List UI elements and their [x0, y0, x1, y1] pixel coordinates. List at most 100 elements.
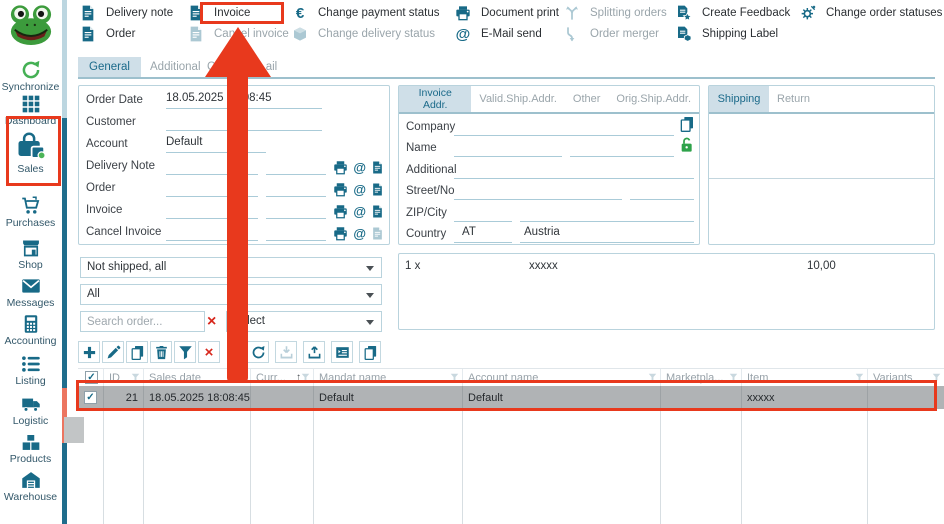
order-merger-button[interactable]: Order merger: [564, 25, 659, 43]
print-icon[interactable]: [333, 226, 348, 241]
delivery-note-button[interactable]: Delivery note: [80, 4, 173, 22]
print-icon[interactable]: [333, 204, 348, 219]
order-button[interactable]: Order: [80, 25, 135, 43]
import-button[interactable]: [275, 341, 297, 363]
copy-address-icon[interactable]: [679, 116, 695, 132]
document-icon[interactable]: [371, 160, 384, 175]
document-icon[interactable]: [371, 182, 384, 197]
sidebar-item-logistic[interactable]: Logistic: [0, 394, 61, 427]
order-table-row[interactable]: ✓ 21 18.05.2025 18:08:45 Default Default…: [78, 386, 944, 409]
tab-shipping[interactable]: Shipping: [709, 86, 769, 112]
splitting-orders-button[interactable]: Splitting orders: [564, 4, 667, 22]
unlock-icon[interactable]: [679, 137, 695, 153]
sidebar-item-purchases[interactable]: Purchases: [0, 196, 61, 229]
email-icon[interactable]: @: [353, 182, 366, 197]
invoice-number-field[interactable]: [166, 202, 258, 219]
email-send-button[interactable]: @ E-Mail send: [455, 25, 542, 43]
col-header-mandat-name[interactable]: Mandat name: [314, 369, 463, 386]
col-header-marketplace[interactable]: Marketpla...: [661, 369, 742, 386]
email-icon[interactable]: @: [353, 204, 366, 219]
col-header-sales-date[interactable]: Sales date: [144, 369, 251, 386]
copy-order-button[interactable]: [126, 341, 148, 363]
filter-funnel-icon[interactable]: [450, 373, 459, 382]
print-icon[interactable]: [333, 160, 348, 175]
email-icon[interactable]: @: [353, 160, 366, 175]
filter-button[interactable]: [174, 341, 196, 363]
account-field[interactable]: Default: [166, 136, 266, 153]
select-all-header[interactable]: ✓: [78, 369, 104, 386]
document-print-button[interactable]: Document print: [455, 4, 559, 22]
customer-field[interactable]: [166, 114, 322, 131]
invoice-button[interactable]: Invoice: [188, 4, 250, 22]
refresh-button[interactable]: [247, 341, 269, 363]
col-header-currency[interactable]: Curr... ↑: [251, 369, 314, 386]
filter-funnel-icon[interactable]: [855, 373, 864, 382]
filter-funnel-icon[interactable]: [932, 373, 941, 382]
search-order-input[interactable]: [80, 311, 205, 332]
street-field[interactable]: [454, 183, 622, 200]
street-no-field[interactable]: [630, 183, 694, 200]
shipping-status-dropdown[interactable]: Not shipped, all: [80, 257, 382, 278]
filter-funnel-icon[interactable]: [301, 373, 310, 382]
col-header-variants[interactable]: Variants: [868, 369, 944, 386]
col-header-item[interactable]: Item: [742, 369, 868, 386]
filter-funnel-icon[interactable]: [648, 373, 657, 382]
filter-funnel-icon[interactable]: [238, 373, 247, 382]
order-date2-field[interactable]: [266, 180, 326, 197]
tab-general[interactable]: General: [78, 57, 141, 77]
delete-order-button[interactable]: [150, 341, 172, 363]
country-code-field[interactable]: AT: [454, 226, 512, 243]
change-payment-status-button[interactable]: € Change payment status: [292, 4, 439, 22]
select-all-checkbox[interactable]: ✓: [85, 371, 98, 384]
additional-field[interactable]: [454, 162, 694, 179]
cancel-invoice-number-field[interactable]: [166, 224, 258, 241]
city-field[interactable]: [520, 205, 694, 222]
tab-return[interactable]: Return: [769, 86, 818, 112]
change-order-statuses-button[interactable]: Change order statuses: [800, 4, 942, 22]
col-header-account-name[interactable]: Account name: [463, 369, 661, 386]
print-icon[interactable]: [333, 182, 348, 197]
zip-field[interactable]: [454, 205, 512, 222]
cancel-invoice-date-field[interactable]: [266, 224, 326, 241]
sidebar-item-shop[interactable]: Shop: [0, 238, 61, 271]
sidebar-item-sales[interactable]: Sales: [0, 130, 61, 175]
cancel-invoice-button[interactable]: Cancel invoice: [188, 25, 289, 43]
clear-search-icon[interactable]: ×: [207, 314, 216, 330]
shipping-label-button[interactable]: Shipping Label: [676, 25, 778, 43]
delivery-note-number-field[interactable]: [166, 158, 258, 175]
col-header-id[interactable]: ID: [104, 369, 144, 386]
tab-invoice-addr[interactable]: Invoice Addr.: [399, 86, 471, 112]
reset-filter-button[interactable]: ×: [198, 341, 220, 363]
sidebar-item-products[interactable]: Products: [0, 432, 61, 465]
sidebar-item-messages[interactable]: Messages: [0, 276, 61, 309]
create-feedback-button[interactable]: Create Feedback: [676, 4, 790, 22]
order-date-field[interactable]: 18.05.2025 18:08:45: [166, 92, 322, 109]
sidebar-item-dashboard[interactable]: Dashboard: [0, 94, 61, 127]
copy-page-button[interactable]: [359, 341, 381, 363]
edit-order-button[interactable]: [102, 341, 124, 363]
email-icon[interactable]: @: [353, 226, 366, 241]
document-icon[interactable]: [371, 204, 384, 219]
tab-other[interactable]: Other: [565, 86, 609, 112]
type-filter-dropdown[interactable]: All: [80, 284, 382, 305]
splitter-handle[interactable]: [64, 417, 84, 443]
add-order-button[interactable]: [78, 341, 100, 363]
last-name-field[interactable]: [570, 140, 674, 157]
order-number-field[interactable]: [166, 180, 258, 197]
detail-view-button[interactable]: [331, 341, 353, 363]
delivery-note-date-field[interactable]: [266, 158, 326, 175]
company-field[interactable]: [454, 119, 674, 136]
first-name-field[interactable]: [454, 140, 562, 157]
country-name-field[interactable]: Austria: [520, 226, 694, 243]
sidebar-item-listing[interactable]: Listing: [0, 354, 61, 387]
sidebar-item-accounting[interactable]: Accounting: [0, 314, 61, 347]
tab-partially-hidden[interactable]: C ail: [196, 57, 288, 77]
tab-orig-ship-addr[interactable]: Orig.Ship.Addr.: [608, 86, 699, 112]
export-button[interactable]: [303, 341, 325, 363]
select-dropdown[interactable]: Select: [226, 311, 382, 332]
change-delivery-status-button[interactable]: Change delivery status: [292, 25, 435, 43]
sidebar-item-warehouse[interactable]: Warehouse: [0, 470, 61, 503]
sidebar-item-synchronize[interactable]: Synchronize: [0, 60, 61, 93]
tab-valid-ship-addr[interactable]: Valid.Ship.Addr.: [471, 86, 564, 112]
row-checkbox[interactable]: ✓: [84, 391, 97, 404]
